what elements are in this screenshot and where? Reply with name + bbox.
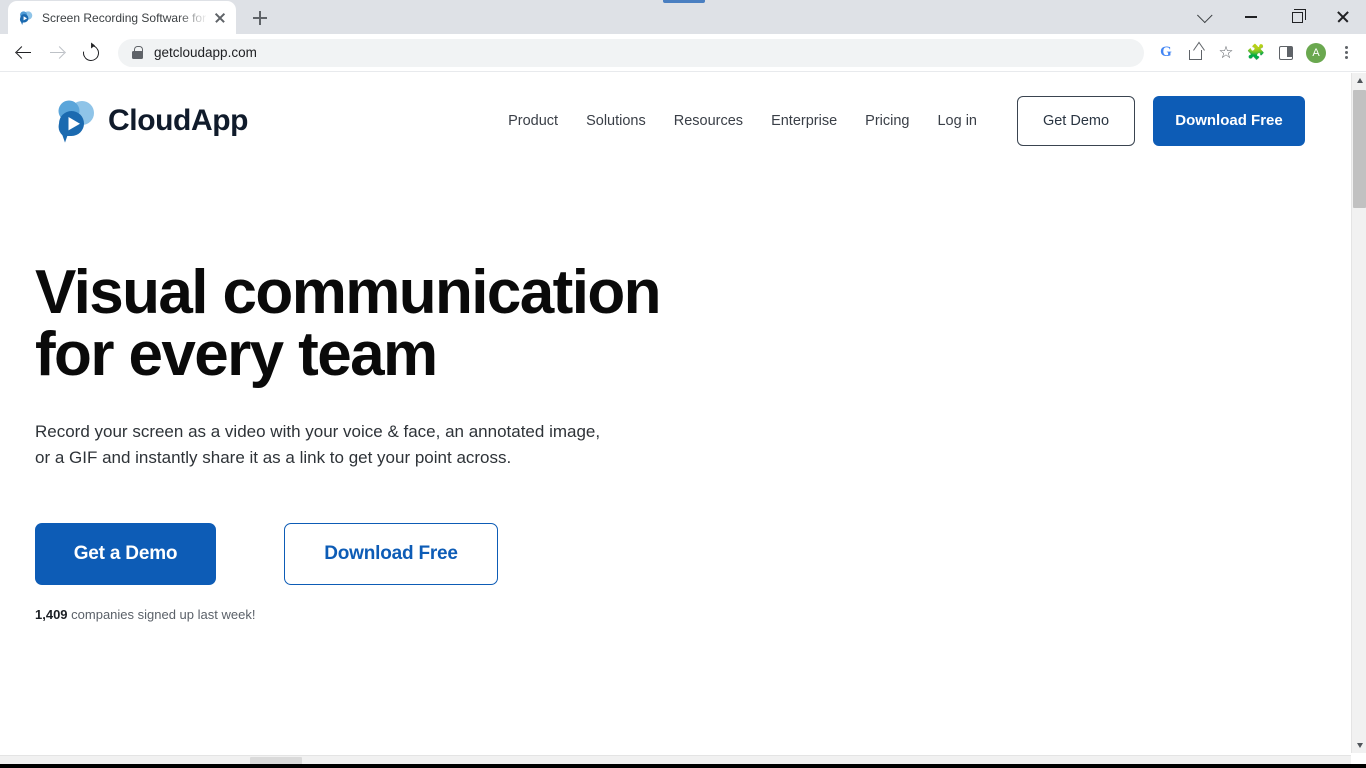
signup-count-text: companies signed up last week! — [67, 606, 256, 622]
browser-toolbar: getcloudapp.com G ☆ 🧩 A — [0, 34, 1366, 72]
cloudapp-logo-icon — [52, 98, 98, 144]
hero-subtitle-line-1: Record your screen as a video with your … — [35, 422, 601, 441]
minimize-icon — [1245, 16, 1257, 18]
bookmark-button[interactable]: ☆ — [1212, 39, 1240, 67]
scroll-up-button[interactable] — [1352, 73, 1366, 88]
reload-button[interactable] — [76, 38, 106, 68]
browser-tab-active[interactable]: Screen Recording Software for M — [8, 1, 236, 34]
window-drag-indicator — [663, 0, 705, 3]
vertical-scrollbar-thumb[interactable] — [1353, 90, 1366, 208]
google-icon: G — [1160, 44, 1172, 60]
extensions-button[interactable]: 🧩 — [1242, 39, 1270, 67]
back-button[interactable] — [8, 38, 38, 68]
share-button[interactable] — [1182, 39, 1210, 67]
address-bar[interactable]: getcloudapp.com — [118, 38, 1144, 67]
google-search-button[interactable]: G — [1152, 39, 1180, 67]
hero-get-a-demo-button[interactable]: Get a Demo — [35, 522, 216, 585]
hero-title-line-1: Visual communication — [35, 258, 662, 327]
close-tab-icon[interactable] — [212, 10, 228, 26]
triangle-up-icon — [1356, 78, 1363, 83]
tab-strip: Screen Recording Software for M — [0, 0, 1366, 34]
vertical-scrollbar[interactable] — [1351, 73, 1366, 753]
share-icon — [1188, 45, 1204, 60]
page-viewport: CloudApp Product Solutions Resources Ent… — [0, 73, 1366, 768]
maximize-icon — [1291, 8, 1306, 23]
close-icon — [1337, 11, 1350, 24]
cloudapp-favicon-icon — [18, 10, 34, 26]
hero-title: Visual communication for every team — [35, 262, 715, 386]
chrome-menu-button[interactable] — [1332, 39, 1360, 67]
nav-item-login[interactable]: Log in — [923, 107, 991, 135]
nav-item-solutions[interactable]: Solutions — [572, 107, 660, 135]
browser-tab-title: Screen Recording Software for M — [42, 10, 208, 25]
avatar: A — [1306, 42, 1326, 63]
close-window-button[interactable] — [1320, 0, 1366, 34]
brand-logo[interactable]: CloudApp — [52, 98, 248, 144]
header-download-free-button[interactable]: Download Free — [1153, 95, 1305, 146]
scroll-down-button[interactable] — [1352, 738, 1366, 753]
side-panel-icon — [1279, 45, 1293, 60]
kebab-menu-icon — [1338, 45, 1354, 61]
window-bottom-edge — [0, 764, 1366, 768]
site-nav: Product Solutions Resources Enterprise P… — [494, 95, 1305, 146]
hero-subtitle: Record your screen as a video with your … — [35, 419, 655, 471]
nav-item-product[interactable]: Product — [494, 107, 572, 135]
browser-window: Screen Recording Software for M getcloud… — [0, 0, 1366, 768]
puzzle-icon: 🧩 — [1246, 44, 1266, 61]
nav-item-pricing[interactable]: Pricing — [851, 107, 923, 135]
hero-cta-group: Get a Demo Download Free — [35, 522, 1351, 585]
cloudapp-landing-page: CloudApp Product Solutions Resources Ent… — [0, 73, 1351, 768]
hero-subtitle-line-2: or a GIF and instantly share it as a lin… — [35, 447, 512, 467]
site-header: CloudApp Product Solutions Resources Ent… — [0, 73, 1351, 168]
triangle-down-icon — [1356, 743, 1363, 748]
minimize-button[interactable] — [1228, 0, 1274, 34]
arrow-right-icon — [50, 45, 65, 60]
header-get-demo-button[interactable]: Get Demo — [1017, 95, 1135, 146]
signup-count-note: 1,409 companies signed up last week! — [35, 607, 1351, 622]
star-icon: ☆ — [1218, 43, 1234, 62]
reload-icon — [79, 41, 103, 64]
lock-icon[interactable] — [132, 46, 143, 59]
hero-download-free-button[interactable]: Download Free — [284, 522, 498, 585]
window-controls — [1182, 0, 1366, 34]
maximize-button[interactable] — [1274, 0, 1320, 34]
hero-title-line-2: for every team — [35, 320, 438, 389]
forward-button[interactable] — [42, 38, 72, 68]
arrow-left-icon — [16, 45, 31, 60]
toolbar-actions: G ☆ 🧩 A — [1150, 39, 1360, 67]
url-text: getcloudapp.com — [154, 45, 257, 60]
brand-name: CloudApp — [108, 103, 249, 137]
nav-item-resources[interactable]: Resources — [660, 107, 757, 135]
tab-search-button[interactable] — [1182, 0, 1228, 34]
new-tab-button[interactable] — [246, 4, 274, 32]
side-panel-button[interactable] — [1272, 39, 1300, 67]
hero-section: Visual communication for every team Reco… — [0, 168, 1351, 622]
chevron-down-icon — [1196, 7, 1213, 23]
profile-button[interactable]: A — [1302, 39, 1330, 67]
nav-item-enterprise[interactable]: Enterprise — [757, 107, 851, 135]
signup-count-value: 1,409 — [35, 606, 68, 622]
